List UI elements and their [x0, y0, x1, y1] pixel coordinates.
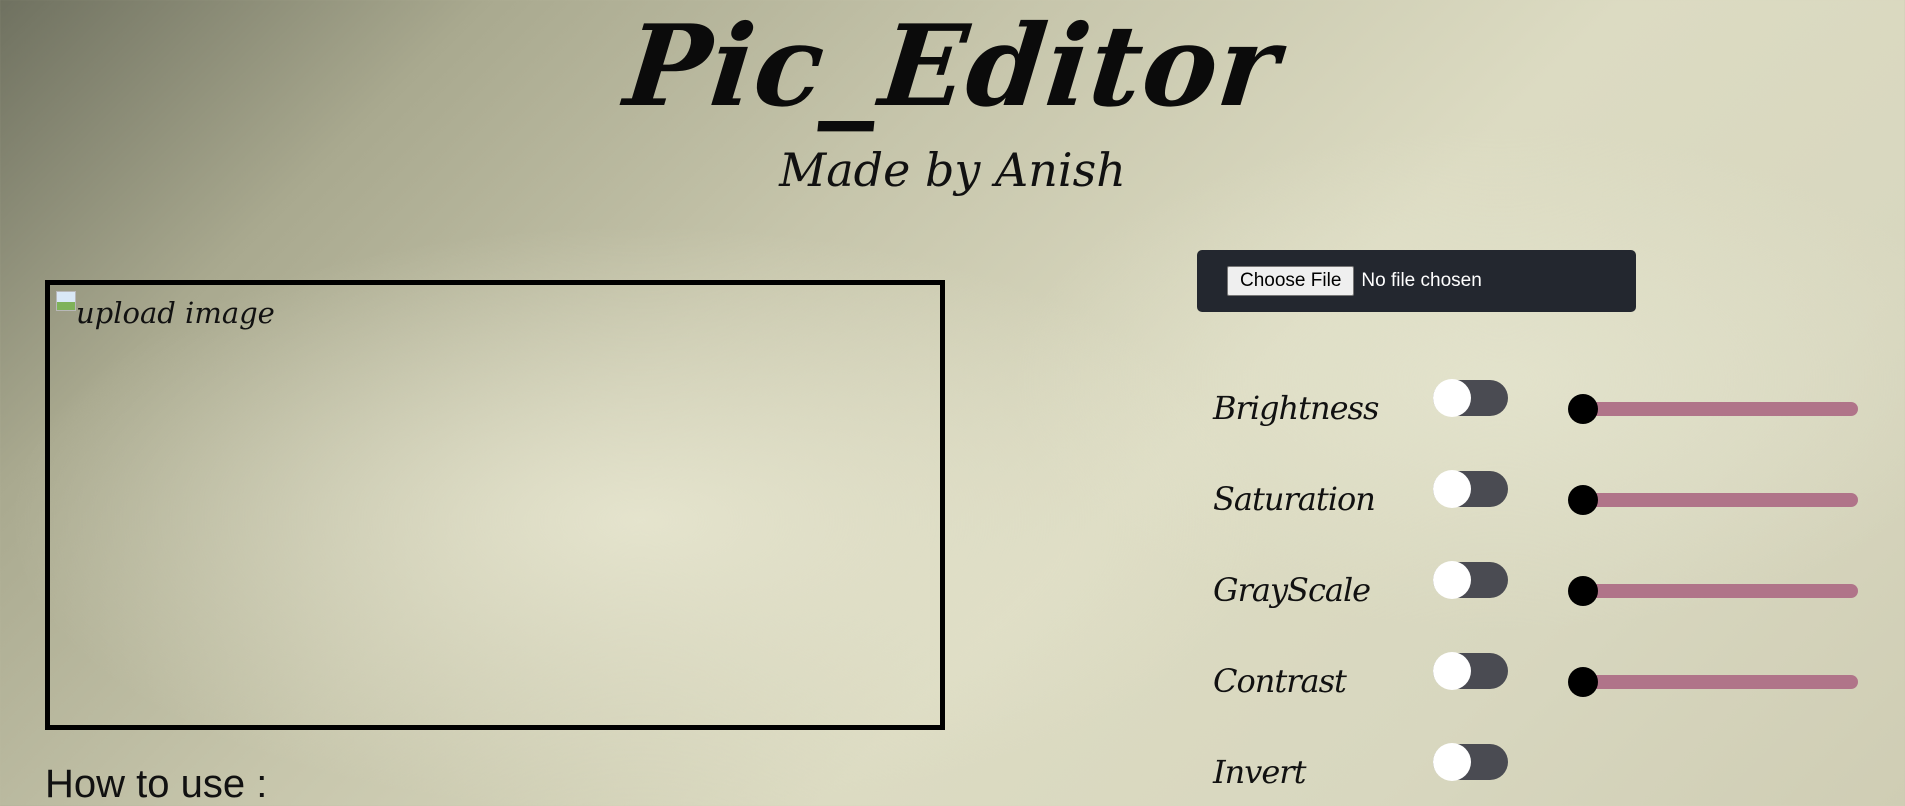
slider-thumb[interactable]: [1568, 667, 1598, 697]
slider-thumb[interactable]: [1568, 576, 1598, 606]
toggle-knob: [1433, 561, 1471, 599]
file-upload-panel: Choose File No file chosen: [1197, 250, 1636, 312]
invert-toggle[interactable]: [1433, 743, 1508, 781]
toggle-knob: [1433, 743, 1471, 781]
image-preview-frame: upload image: [45, 280, 945, 730]
grayscale-label: GrayScale: [1213, 571, 1371, 609]
saturation-toggle[interactable]: [1433, 470, 1508, 508]
brightness-label: Brightness: [1213, 389, 1379, 427]
broken-image-icon: [56, 291, 76, 311]
control-row-contrast: Contrast: [1213, 652, 1863, 713]
saturation-slider[interactable]: [1568, 485, 1858, 515]
contrast-slider[interactable]: [1568, 667, 1858, 697]
invert-label: Invert: [1213, 753, 1306, 791]
brightness-slider[interactable]: [1568, 394, 1858, 424]
slider-thumb[interactable]: [1568, 394, 1598, 424]
control-row-brightness: Brightness: [1213, 379, 1863, 440]
app-subtitle: Made by Anish: [779, 143, 1126, 197]
how-to-use-heading: How to use :: [45, 762, 268, 806]
toggle-knob: [1433, 470, 1471, 508]
grayscale-toggle[interactable]: [1433, 561, 1508, 599]
control-row-saturation: Saturation: [1213, 470, 1863, 531]
preview-image: upload image: [56, 291, 275, 333]
contrast-toggle[interactable]: [1433, 652, 1508, 690]
slider-thumb[interactable]: [1568, 485, 1598, 515]
choose-file-button[interactable]: Choose File: [1227, 266, 1355, 296]
toggle-knob: [1433, 652, 1471, 690]
file-status-text: No file chosen: [1361, 270, 1482, 291]
grayscale-slider[interactable]: [1568, 576, 1858, 606]
toggle-knob: [1433, 379, 1471, 417]
control-row-grayscale: GrayScale: [1213, 561, 1863, 622]
control-row-invert: Invert: [1213, 743, 1863, 804]
saturation-label: Saturation: [1213, 480, 1376, 518]
contrast-label: Contrast: [1213, 662, 1347, 700]
preview-image-alt-text: upload image: [76, 296, 275, 330]
brightness-toggle[interactable]: [1433, 379, 1508, 417]
app-title: Pic_Editor: [619, 1, 1286, 132]
